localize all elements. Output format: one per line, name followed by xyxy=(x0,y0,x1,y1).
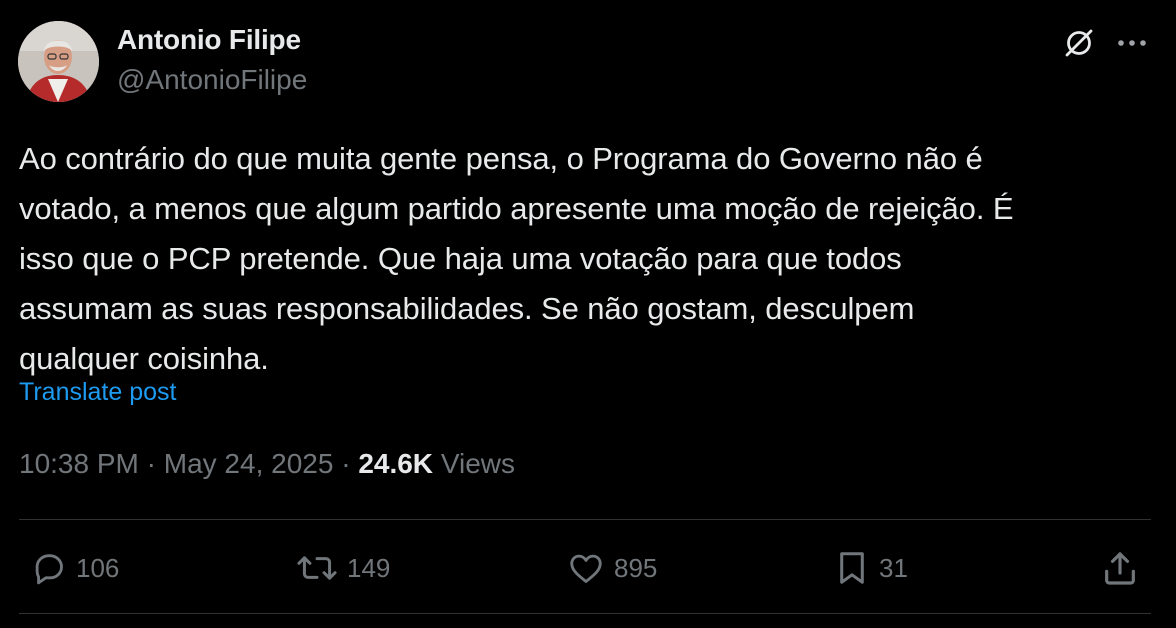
views-count[interactable]: 24.6K xyxy=(358,448,433,479)
more-options-button[interactable] xyxy=(1114,24,1150,62)
post-date[interactable]: May 24, 2025 xyxy=(164,448,334,479)
bookmark-button[interactable]: 31 xyxy=(833,546,908,590)
author-display-name[interactable]: Antonio Filipe xyxy=(117,24,301,56)
repost-count: 149 xyxy=(347,552,391,583)
grok-button[interactable] xyxy=(1060,24,1098,62)
translate-post-link[interactable]: Translate post xyxy=(19,378,176,407)
like-button[interactable]: 895 xyxy=(566,546,657,590)
repost-button[interactable]: 149 xyxy=(295,546,390,590)
reply-count: 106 xyxy=(76,552,120,583)
post-time[interactable]: 10:38 PM xyxy=(19,448,139,479)
views-label[interactable]: Views xyxy=(441,448,515,479)
bookmark-count: 31 xyxy=(879,552,908,583)
post-text: Ao contrário do que muita gente pensa, o… xyxy=(19,141,1014,376)
grok-icon xyxy=(1065,29,1093,57)
more-horizontal-icon xyxy=(1118,40,1146,46)
share-button[interactable] xyxy=(1100,546,1140,590)
bookmark-icon xyxy=(840,552,864,584)
like-count: 895 xyxy=(614,552,658,583)
repost-icon xyxy=(297,556,337,580)
divider xyxy=(19,613,1151,614)
reply-icon xyxy=(35,554,63,585)
share-icon xyxy=(1105,552,1135,585)
avatar[interactable] xyxy=(18,21,99,102)
meta-separator: · xyxy=(341,448,351,479)
post-meta: 10:38 PM · May 24, 2025 · 24.6K Views xyxy=(19,448,515,480)
divider xyxy=(19,519,1151,520)
author-handle[interactable]: @AntonioFilipe xyxy=(117,64,307,96)
meta-separator: · xyxy=(146,448,156,479)
reply-button[interactable]: 106 xyxy=(30,546,119,590)
user-avatar-icon xyxy=(18,21,99,102)
heart-icon xyxy=(570,554,602,583)
